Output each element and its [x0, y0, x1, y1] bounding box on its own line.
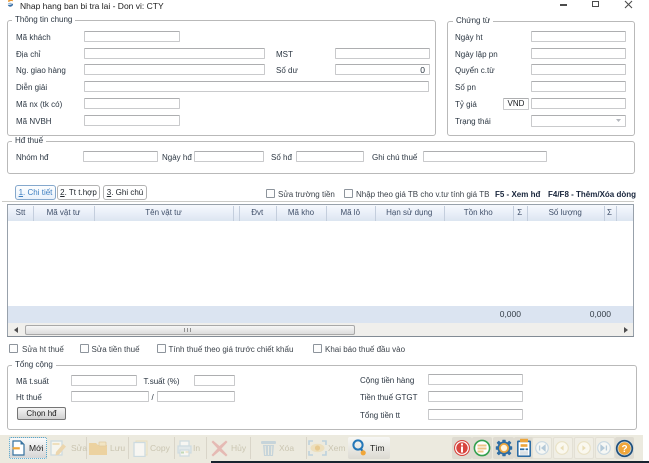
svg-text:?: ?	[621, 444, 627, 455]
